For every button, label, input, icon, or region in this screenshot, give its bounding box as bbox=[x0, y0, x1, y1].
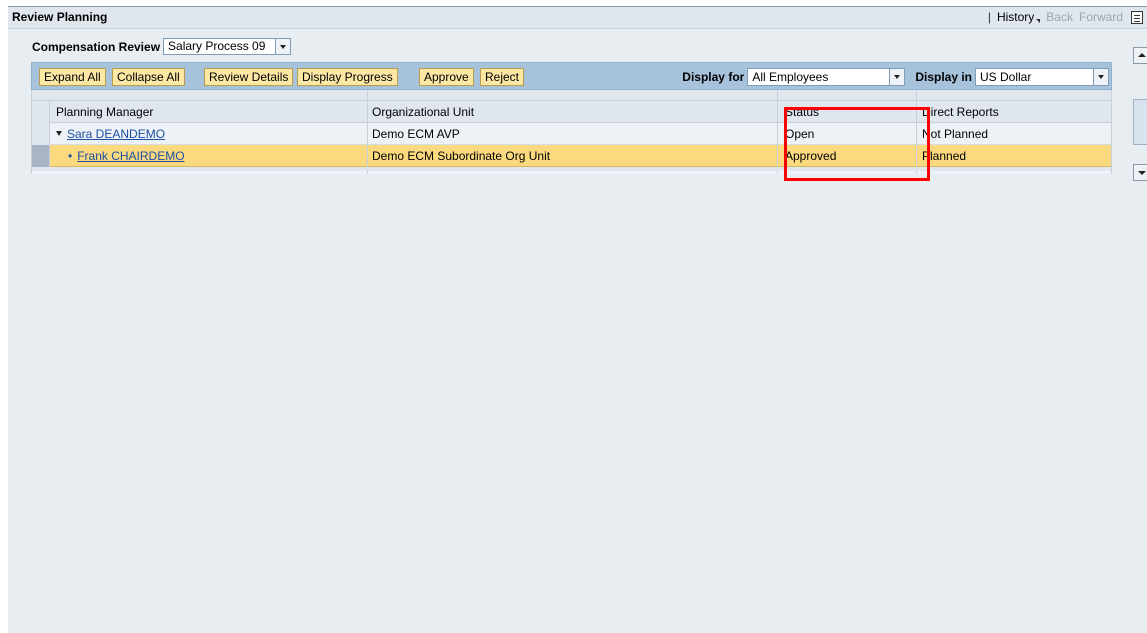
compensation-review-label: Compensation Review bbox=[32, 39, 161, 54]
compensation-review-value: Salary Process 09 bbox=[168, 39, 266, 53]
scroll-down-icon[interactable] bbox=[1133, 164, 1147, 181]
display-in-select[interactable]: US Dollar bbox=[975, 68, 1109, 86]
review-details-button[interactable]: Review Details bbox=[204, 68, 294, 86]
collapse-all-button[interactable]: Collapse All bbox=[112, 68, 185, 86]
page-menu-icon[interactable] bbox=[1131, 10, 1143, 24]
reject-button[interactable]: Reject bbox=[480, 68, 525, 86]
back-link[interactable]: Back bbox=[1046, 10, 1073, 24]
planning-table: Expand All Collapse All Review Details D… bbox=[31, 62, 1112, 174]
table-row[interactable]: • Frank CHAIRDEMO Demo ECM Subordinate Or… bbox=[32, 145, 1111, 167]
org-unit-cell: Demo ECM Subordinate Org Unit bbox=[372, 149, 551, 163]
direct-reports-cell: Planned bbox=[922, 149, 967, 163]
table-footer bbox=[32, 167, 1111, 171]
table-grid: Planning Manager Organizational Unit Sta… bbox=[31, 90, 1112, 174]
table-row[interactable]: Sara DEANDEMO Demo ECM AVP Open Not Plan… bbox=[32, 123, 1111, 145]
forward-link[interactable]: Forward bbox=[1079, 10, 1123, 24]
status-cell: Approved bbox=[785, 149, 837, 163]
column-divider bbox=[777, 90, 778, 174]
column-divider bbox=[916, 90, 917, 174]
chevron-down-icon[interactable] bbox=[889, 69, 905, 85]
column-header-organizational-unit[interactable]: Organizational Unit bbox=[368, 101, 474, 123]
chevron-down-icon[interactable] bbox=[56, 131, 62, 136]
header-spacer bbox=[32, 90, 1111, 101]
display-progress-button[interactable]: Display Progress bbox=[297, 68, 398, 86]
status-cell: Open bbox=[785, 127, 815, 141]
navigation-links: | History Back Forward bbox=[988, 10, 1143, 24]
vertical-scrollbar[interactable] bbox=[1132, 47, 1147, 182]
compensation-review-select[interactable]: Salary Process 09 bbox=[163, 38, 292, 55]
org-unit-cell: Demo ECM AVP bbox=[372, 127, 460, 141]
column-header-planning-manager[interactable]: Planning Manager bbox=[52, 101, 153, 123]
direct-reports-cell: Not Planned bbox=[922, 127, 989, 141]
manager-link[interactable]: Sara DEANDEMO bbox=[67, 127, 165, 141]
table-toolbar: Expand All Collapse All Review Details D… bbox=[31, 62, 1112, 90]
review-planning-window: Review Planning | History Back Forward C… bbox=[8, 6, 1147, 633]
row-selector[interactable] bbox=[32, 145, 50, 167]
display-for-select[interactable]: All Employees bbox=[747, 68, 906, 86]
table-header: Planning Manager Organizational Unit Sta… bbox=[32, 101, 1111, 123]
manager-link[interactable]: Frank CHAIRDEMO bbox=[77, 149, 184, 163]
display-for-label: Display for bbox=[682, 70, 745, 84]
scroll-up-icon[interactable] bbox=[1133, 47, 1147, 64]
history-menu[interactable]: History bbox=[997, 10, 1040, 24]
display-in-value: US Dollar bbox=[980, 70, 1032, 84]
scrollbar-thumb[interactable] bbox=[1133, 99, 1147, 145]
nav-separator: | bbox=[987, 10, 991, 24]
chevron-down-icon[interactable] bbox=[275, 39, 291, 54]
display-options: Display for All Employees Display in US … bbox=[682, 68, 1109, 86]
approve-button[interactable]: Approve bbox=[419, 68, 474, 86]
column-header-status[interactable]: Status bbox=[781, 101, 819, 123]
chevron-down-icon[interactable] bbox=[1093, 69, 1108, 85]
display-in-label: Display in bbox=[915, 70, 972, 84]
expand-all-button[interactable]: Expand All bbox=[39, 68, 106, 86]
compensation-review-filter: Compensation Review Salary Process 09 bbox=[32, 38, 292, 55]
column-header-direct-reports[interactable]: Direct Reports bbox=[918, 101, 999, 123]
manager-cell: Sara DEANDEMO bbox=[52, 123, 165, 145]
select-all-cell[interactable] bbox=[32, 101, 50, 123]
title-bar: Review Planning | History Back Forward bbox=[8, 7, 1147, 29]
column-divider bbox=[367, 90, 368, 174]
row-selector[interactable] bbox=[32, 123, 50, 145]
bullet-icon: • bbox=[68, 149, 73, 163]
page-title: Review Planning bbox=[12, 10, 108, 24]
manager-cell: • Frank CHAIRDEMO bbox=[52, 145, 185, 167]
display-for-value: All Employees bbox=[752, 70, 829, 84]
